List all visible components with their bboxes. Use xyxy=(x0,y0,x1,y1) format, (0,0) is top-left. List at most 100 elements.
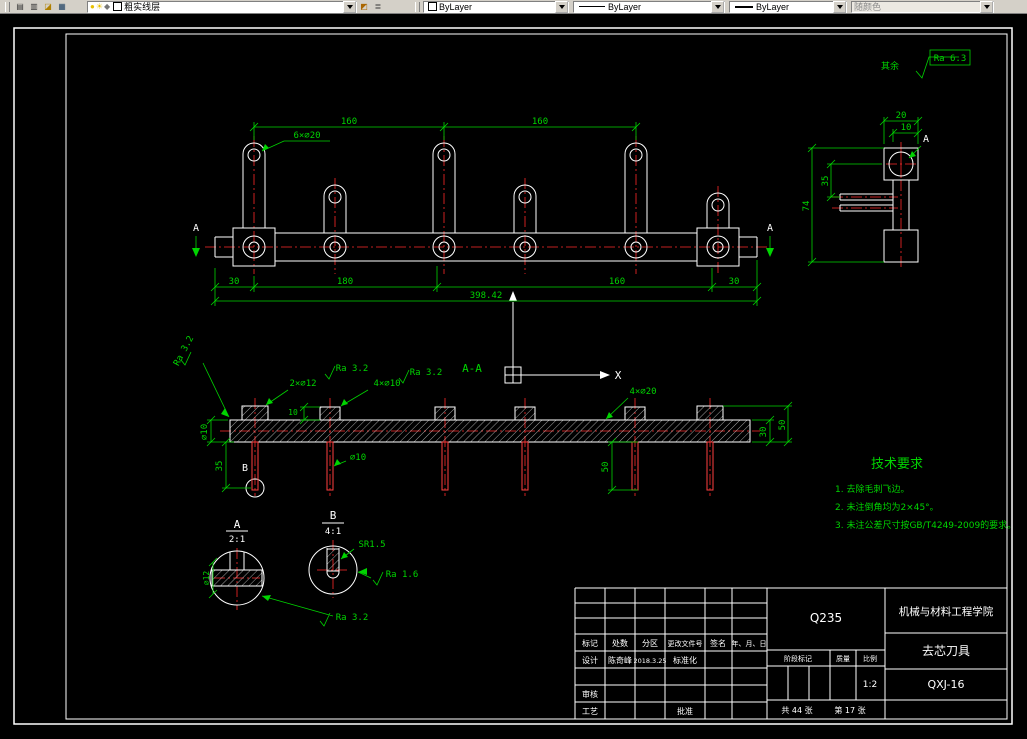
th-date: 年、月、日 xyxy=(732,639,767,648)
title-block: 标记 处数 分区 更改文件号 签名 年、月、日 设计 陈奇峰 2018.3.25… xyxy=(574,587,1008,720)
color-combo[interactable]: ByLayer xyxy=(423,0,569,13)
detail-callout-b: B xyxy=(242,463,248,474)
tech-req-item-2: 2. 未注倒角均为2×45°。 xyxy=(835,501,939,513)
dim-50-right-side: 50 xyxy=(778,420,788,431)
dim-160-left: 160 xyxy=(341,117,357,127)
detail-b-label: B xyxy=(330,509,337,522)
dim-4x20: 4×∅20 xyxy=(629,387,656,397)
dim-20: 20 xyxy=(896,111,907,121)
dim-160-bottom: 160 xyxy=(609,277,625,287)
tb-date-value: 2018.3.25 xyxy=(633,657,666,665)
tb-school: 机械与材料工程学院 xyxy=(899,605,994,618)
dim-30-right: 30 xyxy=(729,277,740,287)
dim-10-block: 10 xyxy=(288,408,298,417)
dim-74: 74 xyxy=(802,201,812,212)
surface-note-prefix: 其余 xyxy=(881,60,899,72)
lineweight-sample-icon xyxy=(735,5,753,8)
tb-scale-label: 比例 xyxy=(863,654,877,663)
linetype-combo[interactable]: ByLayer xyxy=(573,0,725,13)
th-count: 处数 xyxy=(612,638,628,648)
tech-req-title: 技术要求 xyxy=(871,457,923,472)
tb-weight: 质量 xyxy=(836,654,850,663)
detail-b-sr: SR1.5 xyxy=(358,540,385,550)
section-label: A-A xyxy=(462,362,482,375)
dim-4x10: 4×∅10 xyxy=(373,379,400,389)
layer-states-icon[interactable]: ◪ xyxy=(41,0,55,13)
layer-manager-icon[interactable]: ▥ xyxy=(27,0,41,13)
tb-sheets-total: 共 44 张 xyxy=(781,706,812,715)
dim-50-pin: 50 xyxy=(601,462,611,473)
dim-160-right: 160 xyxy=(532,117,548,127)
plotstyle-combo[interactable]: 随颜色 xyxy=(851,0,994,13)
tb-material: Q235 xyxy=(810,611,842,625)
dim-total-length: 398.42 xyxy=(470,291,503,301)
dim-d10-left: ∅10 xyxy=(200,424,210,440)
chevron-down-icon[interactable] xyxy=(711,0,724,13)
layer-color-swatch[interactable] xyxy=(113,2,123,11)
dim-6x20-leader: 6×∅20 xyxy=(293,131,320,141)
tb-check: 审核 xyxy=(582,689,598,699)
section-pins xyxy=(251,441,714,491)
dim-35: 35 xyxy=(821,176,831,187)
detail-callout-a: A xyxy=(923,134,929,145)
ra-mid-2: Ra 3.2 xyxy=(410,368,443,378)
layer-properties-icon[interactable]: ▤ xyxy=(13,0,27,13)
color-combo-value: ByLayer xyxy=(439,1,473,12)
dim-2x12: 2×∅12 xyxy=(289,379,316,389)
chevron-down-icon[interactable] xyxy=(555,0,568,13)
layer-tools-icon[interactable]: ▦ xyxy=(55,0,69,13)
cad-canvas[interactable]: 160 160 6×∅20 A A 30 180 160 30 398.42 2… xyxy=(0,0,1027,739)
layer-freeze-icon[interactable]: ☀ xyxy=(96,2,103,11)
dim-30-right-side: 30 xyxy=(759,427,769,438)
ra-mid-1: Ra 3.2 xyxy=(336,364,369,374)
th-mark: 标记 xyxy=(582,638,598,648)
tb-drawing-no: QXJ-16 xyxy=(927,678,964,691)
chevron-down-icon[interactable] xyxy=(980,0,993,13)
dim-35-pin: 35 xyxy=(215,461,225,472)
detail-b-scale: 4:1 xyxy=(325,527,341,537)
detail-a-scale: 2:1 xyxy=(229,535,245,545)
detail-a-ra: Ra 3.2 xyxy=(336,613,369,623)
tb-design: 设计 xyxy=(582,655,598,665)
chevron-down-icon[interactable] xyxy=(833,0,846,13)
layer-isolate-icon[interactable]: ≣ xyxy=(371,0,385,13)
toolbar-grip[interactable] xyxy=(5,1,10,12)
toolbar-grip-2[interactable] xyxy=(415,1,420,12)
layer-lock-icon[interactable]: ◆ xyxy=(104,2,110,11)
surface-note-value: Ra 6.3 xyxy=(934,54,967,64)
layer-previous-icon[interactable]: ◩ xyxy=(357,0,371,13)
plotstyle-combo-value: 随颜色 xyxy=(854,2,882,12)
tech-req-item-1: 1. 去除毛刺飞边。 xyxy=(835,483,909,495)
layer-on-icon[interactable]: ● xyxy=(90,2,95,11)
th-signature: 签名 xyxy=(710,638,726,648)
th-zone: 分区 xyxy=(642,639,658,648)
x-axis-label: X xyxy=(615,369,622,382)
autocad-window: ▤ ▥ ◪ ▦ ● ☀ ◆ 粗实线层 ◩ ≣ ByLayer ByLayer B… xyxy=(0,0,1027,739)
dim-d10-pin: ∅10 xyxy=(350,453,366,463)
detail-a-dim: ∅12 xyxy=(202,571,211,586)
dim-10: 10 xyxy=(901,123,912,133)
chevron-down-icon[interactable] xyxy=(343,0,356,13)
tb-standardization: 标准化 xyxy=(673,655,697,665)
lineweight-combo[interactable]: ByLayer xyxy=(729,0,847,13)
tb-designer: 陈奇峰 xyxy=(608,655,632,665)
ra-left: Ra 3.2 xyxy=(172,334,196,367)
tb-stage: 阶段标记 xyxy=(784,654,812,663)
tech-req-item-3: 3. 未注公差尺寸按GB/T4249-2009的要求。 xyxy=(835,519,1016,531)
x-axis-arrow xyxy=(600,371,610,379)
layer-combo-value: 粗实线层 xyxy=(124,2,161,12)
tb-scale-value: 1:2 xyxy=(863,680,877,690)
tb-sheet-no: 第 17 张 xyxy=(834,705,865,715)
detail-b-ra: Ra 1.6 xyxy=(386,570,419,580)
lineweight-combo-value: ByLayer xyxy=(756,1,790,12)
section-mark-a-right: A xyxy=(767,223,773,234)
detail-a-label: A xyxy=(234,518,241,531)
tb-part-name: 去芯刀具 xyxy=(922,644,970,658)
color-swatch xyxy=(428,2,437,11)
linetype-combo-value: ByLayer xyxy=(608,1,642,12)
dimension-arrowheads xyxy=(192,144,916,601)
dim-30-left: 30 xyxy=(229,277,240,287)
y-axis-arrow xyxy=(509,291,517,301)
linetype-sample-icon xyxy=(579,6,605,7)
layer-combo[interactable]: ● ☀ ◆ 粗实线层 xyxy=(87,0,357,13)
